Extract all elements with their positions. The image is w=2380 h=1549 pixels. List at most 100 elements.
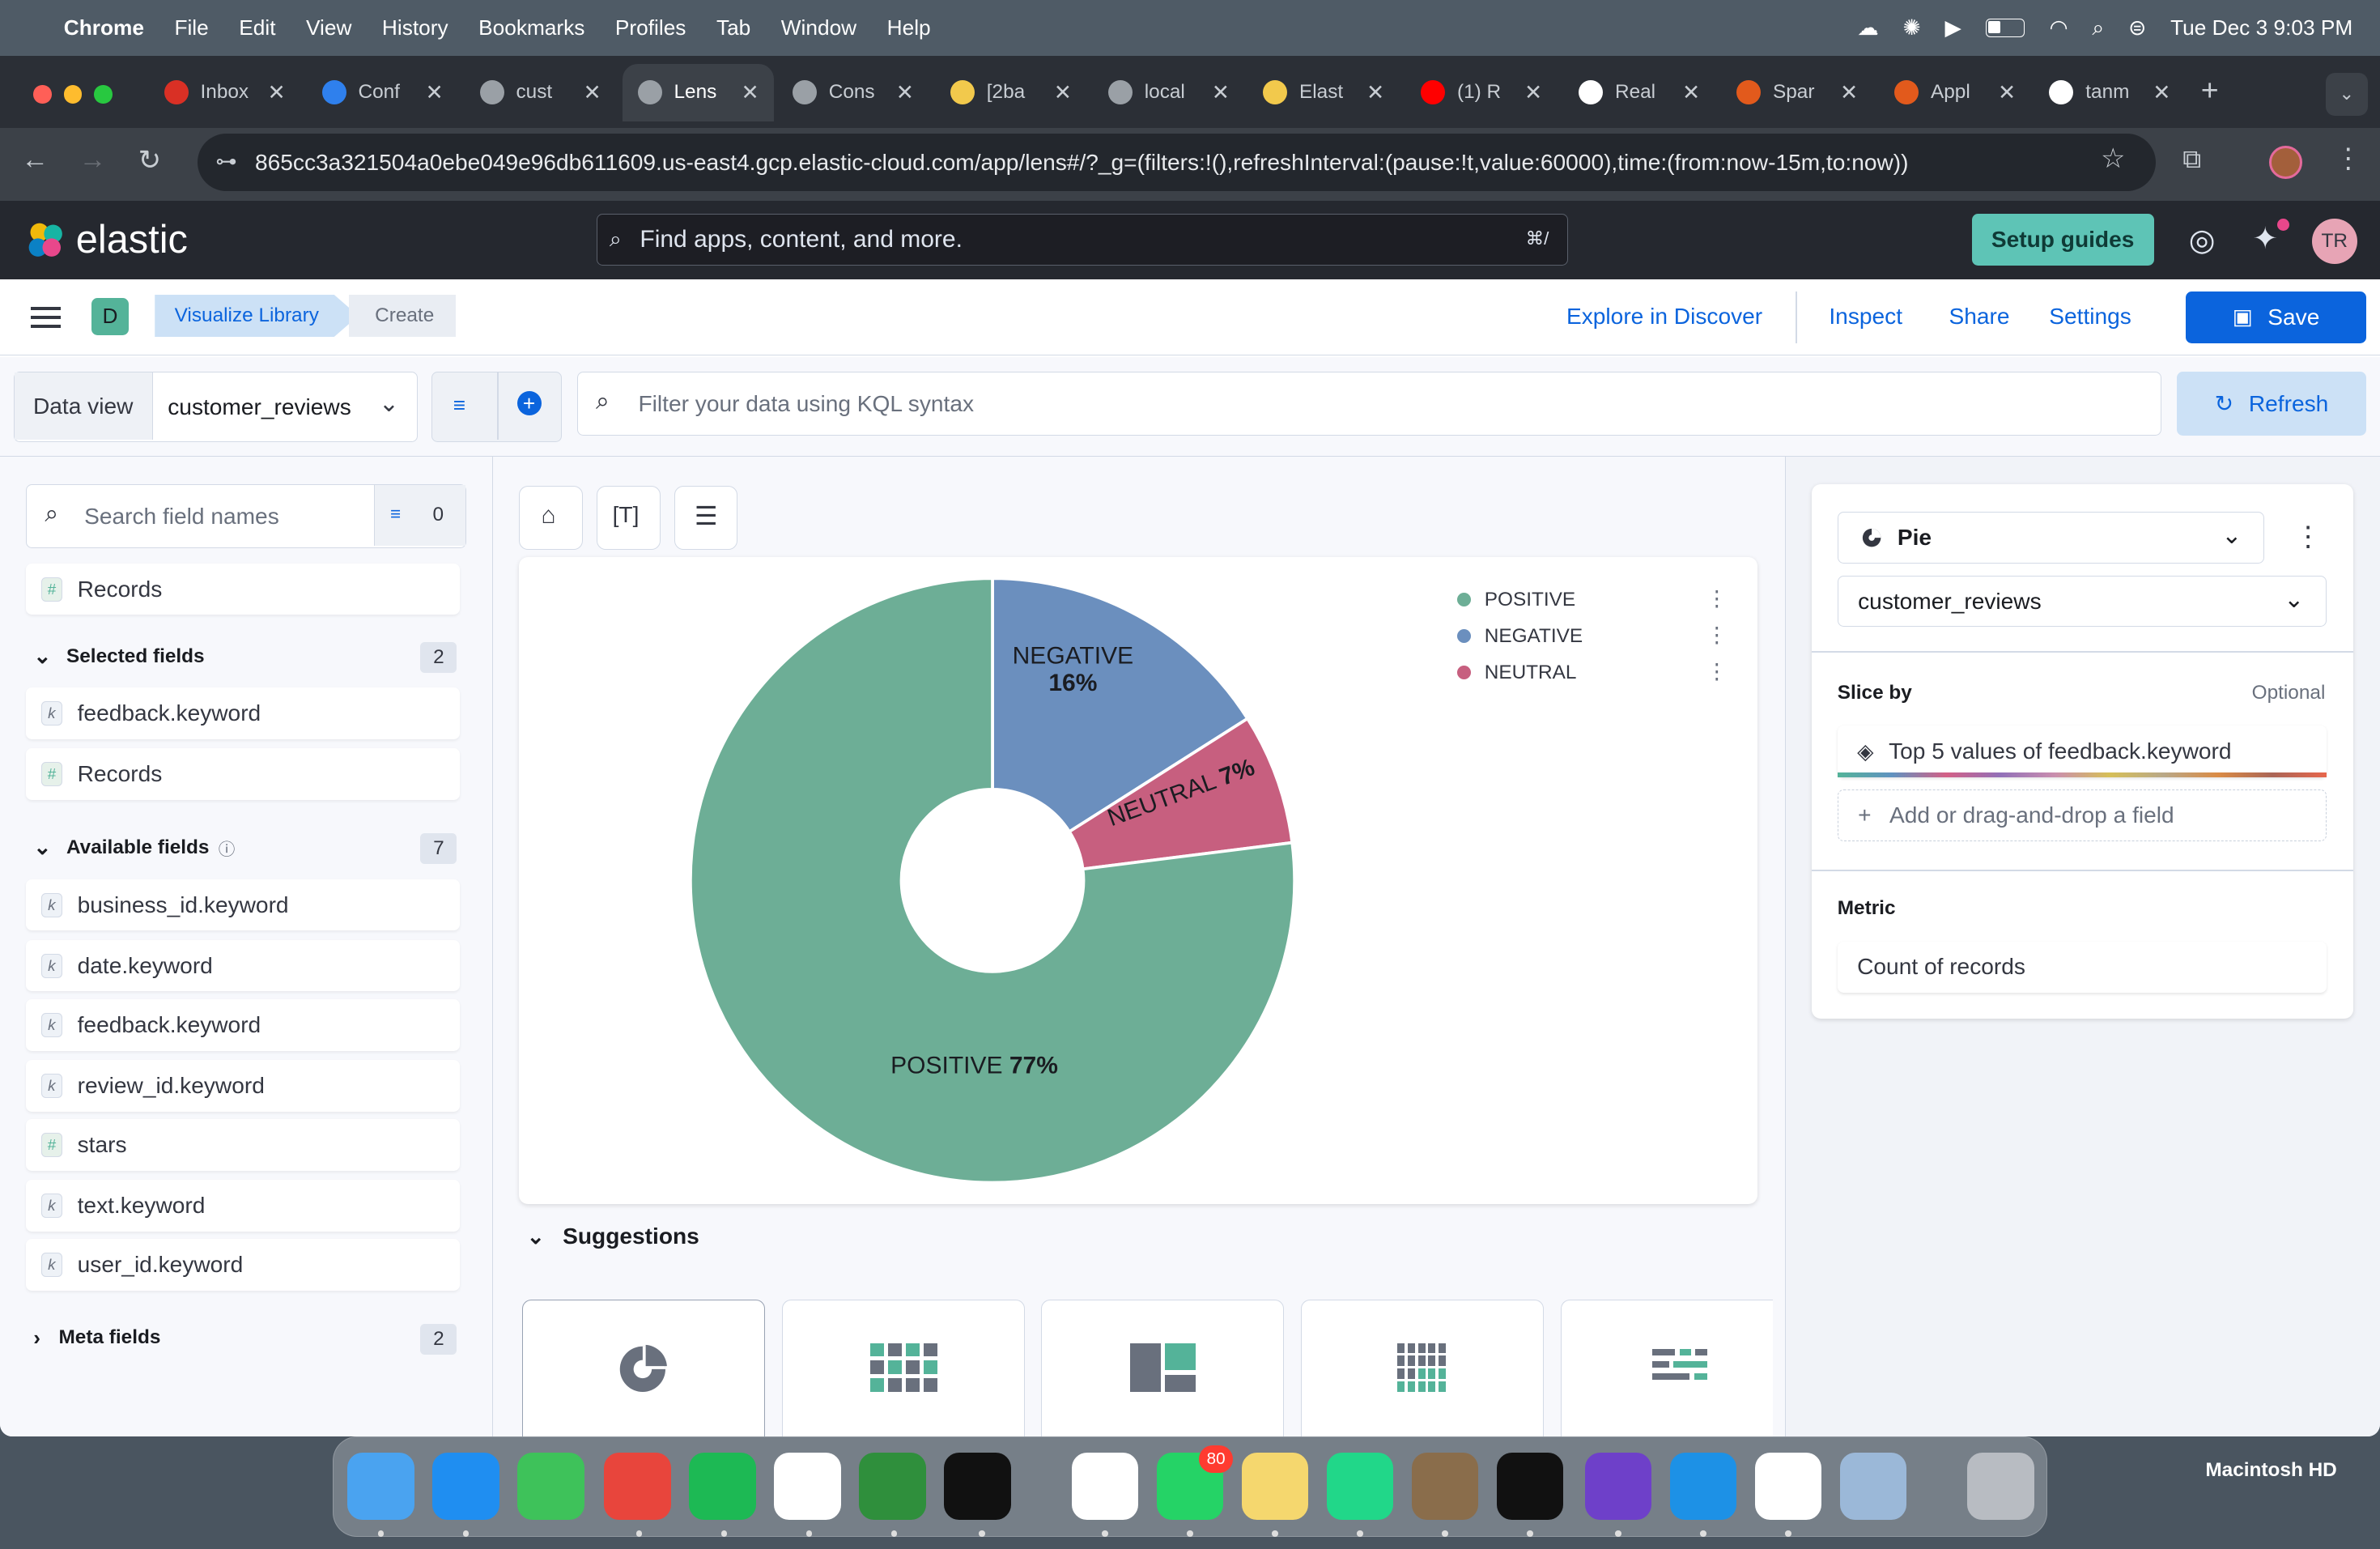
tab-close-icon[interactable]: ✕ bbox=[896, 80, 914, 105]
global-search-input[interactable]: ⌕ Find apps, content, and more. ⌘/ bbox=[596, 214, 1568, 266]
elastic-logo-icon[interactable] bbox=[24, 219, 67, 262]
selected-field-item[interactable]: k feedback.keyword bbox=[25, 687, 461, 740]
setup-guides-button[interactable]: Setup guides bbox=[1971, 214, 2154, 266]
available-field-item[interactable]: # stars bbox=[25, 1118, 461, 1171]
browser-tab[interactable]: tanm ✕ bbox=[2034, 64, 2187, 121]
legend-actions-icon[interactable]: ⋮ bbox=[1706, 623, 1728, 648]
slice-by-dimension[interactable]: ◈ Top 5 values of feedback.keyword bbox=[1837, 726, 2327, 777]
cursor-icon[interactable] bbox=[1496, 1453, 1564, 1520]
chrome-icon[interactable] bbox=[604, 1453, 671, 1520]
site-info-icon[interactable]: ⊶ bbox=[215, 149, 236, 174]
titles-and-text-button[interactable]: [T] bbox=[596, 486, 661, 550]
browser-tab[interactable]: Appl ✕ bbox=[1879, 64, 2031, 121]
add-field-dropzone[interactable]: + Add or drag-and-drop a field bbox=[1837, 789, 2327, 841]
menubar-clock[interactable]: Tue Dec 3 9:03 PM bbox=[2170, 15, 2352, 40]
tab-close-icon[interactable]: ✕ bbox=[1840, 80, 1858, 105]
tab-close-icon[interactable]: ✕ bbox=[268, 80, 286, 105]
reload-button[interactable]: ↻ bbox=[138, 144, 161, 177]
news-feed-icon[interactable]: ✦ bbox=[2253, 220, 2278, 256]
menu-window[interactable]: Window bbox=[781, 15, 856, 40]
refresh-button[interactable]: ↻ Refresh bbox=[2176, 372, 2367, 436]
save-button[interactable]: ▣ Save bbox=[2186, 292, 2367, 343]
suggestion-bar[interactable] bbox=[1560, 1300, 1773, 1436]
browser-tab[interactable]: Conf ✕ bbox=[307, 64, 459, 121]
add-filter-icon[interactable]: + bbox=[516, 390, 542, 415]
browser-tab[interactable]: cust ✕ bbox=[465, 64, 617, 121]
browser-tab[interactable]: Elast ✕ bbox=[1247, 64, 1400, 121]
layer-actions-icon[interactable]: ⋮ bbox=[2294, 521, 2322, 553]
menu-tab[interactable]: Tab bbox=[716, 15, 750, 40]
tab-close-icon[interactable]: ✕ bbox=[1366, 80, 1384, 105]
menu-edit[interactable]: Edit bbox=[239, 15, 275, 40]
data-view-picker[interactable]: Data view customer_reviews ⌄ bbox=[13, 372, 418, 442]
tab-close-icon[interactable]: ✕ bbox=[1998, 80, 2016, 105]
field-search-input[interactable]: ⌕ Search field names ≡ 0 bbox=[25, 484, 466, 548]
slack-icon[interactable] bbox=[774, 1453, 841, 1520]
new-tab-button[interactable]: + bbox=[2201, 73, 2219, 108]
github-desktop-icon[interactable] bbox=[1584, 1453, 1651, 1520]
window-close-button[interactable] bbox=[33, 85, 52, 104]
menu-file[interactable]: File bbox=[174, 15, 208, 40]
suggestion-waffle[interactable] bbox=[1300, 1300, 1544, 1436]
menu-help[interactable]: Help bbox=[887, 15, 931, 40]
suggestions-toggle[interactable]: ⌄ Suggestions bbox=[527, 1223, 699, 1249]
play-icon[interactable]: ▶ bbox=[1945, 15, 1961, 40]
legend-item[interactable]: NEUTRAL ⋮ bbox=[1457, 654, 1731, 691]
control-center-icon[interactable]: ⊜ bbox=[2128, 15, 2146, 40]
suggestion-treemap[interactable] bbox=[1041, 1300, 1285, 1436]
legend-item[interactable]: NEGATIVE ⋮ bbox=[1457, 618, 1731, 654]
kql-query-input[interactable]: ⌕ Filter your data using KQL syntax bbox=[576, 372, 2161, 436]
tab-close-icon[interactable]: ✕ bbox=[1212, 80, 1230, 105]
pycharm-icon[interactable] bbox=[1326, 1453, 1394, 1520]
share-link[interactable]: Share bbox=[1949, 304, 2010, 330]
explore-in-discover-link[interactable]: Explore in Discover bbox=[1566, 304, 1762, 330]
visual-options-button[interactable]: ⌂ bbox=[519, 486, 583, 550]
help-icon[interactable]: ◎ bbox=[2189, 222, 2216, 257]
browser-tab[interactable]: Real ✕ bbox=[1563, 64, 1715, 121]
meta-fields-toggle[interactable]: › Meta fields bbox=[33, 1326, 160, 1351]
back-button[interactable]: ← bbox=[21, 144, 49, 176]
available-field-item[interactable]: k text.keyword bbox=[25, 1179, 461, 1232]
menu-app-name[interactable]: Chrome bbox=[64, 15, 144, 40]
suggestion-heatmap[interactable] bbox=[781, 1300, 1025, 1436]
chatgpt-status-icon[interactable]: ✺ bbox=[1903, 15, 1921, 40]
disk-label[interactable]: Macintosh HD bbox=[2205, 1459, 2336, 1482]
available-field-item[interactable]: k date.keyword bbox=[25, 939, 461, 992]
spotlight-search-icon[interactable]: ⌕ bbox=[2092, 15, 2104, 41]
browser-tab[interactable]: Inbox ✕ bbox=[149, 64, 301, 121]
notes-icon[interactable] bbox=[1241, 1453, 1309, 1520]
available-field-item[interactable]: k feedback.keyword bbox=[25, 998, 461, 1051]
browser-tab[interactable]: [2ba ✕ bbox=[935, 64, 1087, 121]
forward-button[interactable]: → bbox=[79, 144, 107, 176]
chart-type-select[interactable]: Pie ⌄ bbox=[1837, 511, 2264, 564]
menu-bookmarks[interactable]: Bookmarks bbox=[478, 15, 584, 40]
settings-link[interactable]: Settings bbox=[2049, 304, 2131, 330]
window-minimize-button[interactable] bbox=[63, 85, 83, 104]
available-fields-toggle[interactable]: ⌄ Available fields ⓘ bbox=[33, 835, 235, 860]
vscode-icon[interactable] bbox=[1754, 1453, 1821, 1520]
menu-history[interactable]: History bbox=[382, 15, 448, 40]
facetime-icon[interactable] bbox=[517, 1453, 584, 1520]
weather-icon[interactable]: ☁ bbox=[1857, 15, 1878, 40]
chatgpt-icon[interactable] bbox=[1071, 1453, 1139, 1520]
extensions-icon[interactable]: ⧉ bbox=[2182, 144, 2201, 175]
browser-tab[interactable]: (1) R ✕ bbox=[1405, 64, 1558, 121]
info-icon[interactable]: ⓘ bbox=[219, 836, 236, 860]
safari-icon[interactable] bbox=[432, 1453, 499, 1520]
browser-tab[interactable]: local ✕ bbox=[1093, 64, 1245, 121]
field-type-filter[interactable]: ≡ 0 bbox=[374, 485, 465, 547]
trash-icon[interactable] bbox=[1967, 1453, 2034, 1520]
breadcrumb-visualize-library[interactable]: Visualize Library bbox=[155, 294, 359, 338]
records-field[interactable]: # Records bbox=[25, 563, 461, 615]
tab-close-icon[interactable]: ✕ bbox=[1524, 80, 1542, 105]
finder-icon[interactable] bbox=[347, 1453, 414, 1520]
tab-close-icon[interactable]: ✕ bbox=[1682, 80, 1700, 105]
menu-view[interactable]: View bbox=[306, 15, 351, 40]
hamburger-menu-icon[interactable] bbox=[30, 304, 61, 328]
available-field-item[interactable]: k user_id.keyword bbox=[25, 1239, 461, 1291]
selected-fields-toggle[interactable]: ⌄ Selected fields bbox=[33, 644, 204, 669]
legend-button[interactable]: ☰ bbox=[674, 486, 738, 550]
selected-field-item[interactable]: # Records bbox=[25, 748, 461, 801]
terminal-icon[interactable] bbox=[944, 1453, 1011, 1520]
browser-tab[interactable]: Lens ✕ bbox=[622, 63, 775, 121]
